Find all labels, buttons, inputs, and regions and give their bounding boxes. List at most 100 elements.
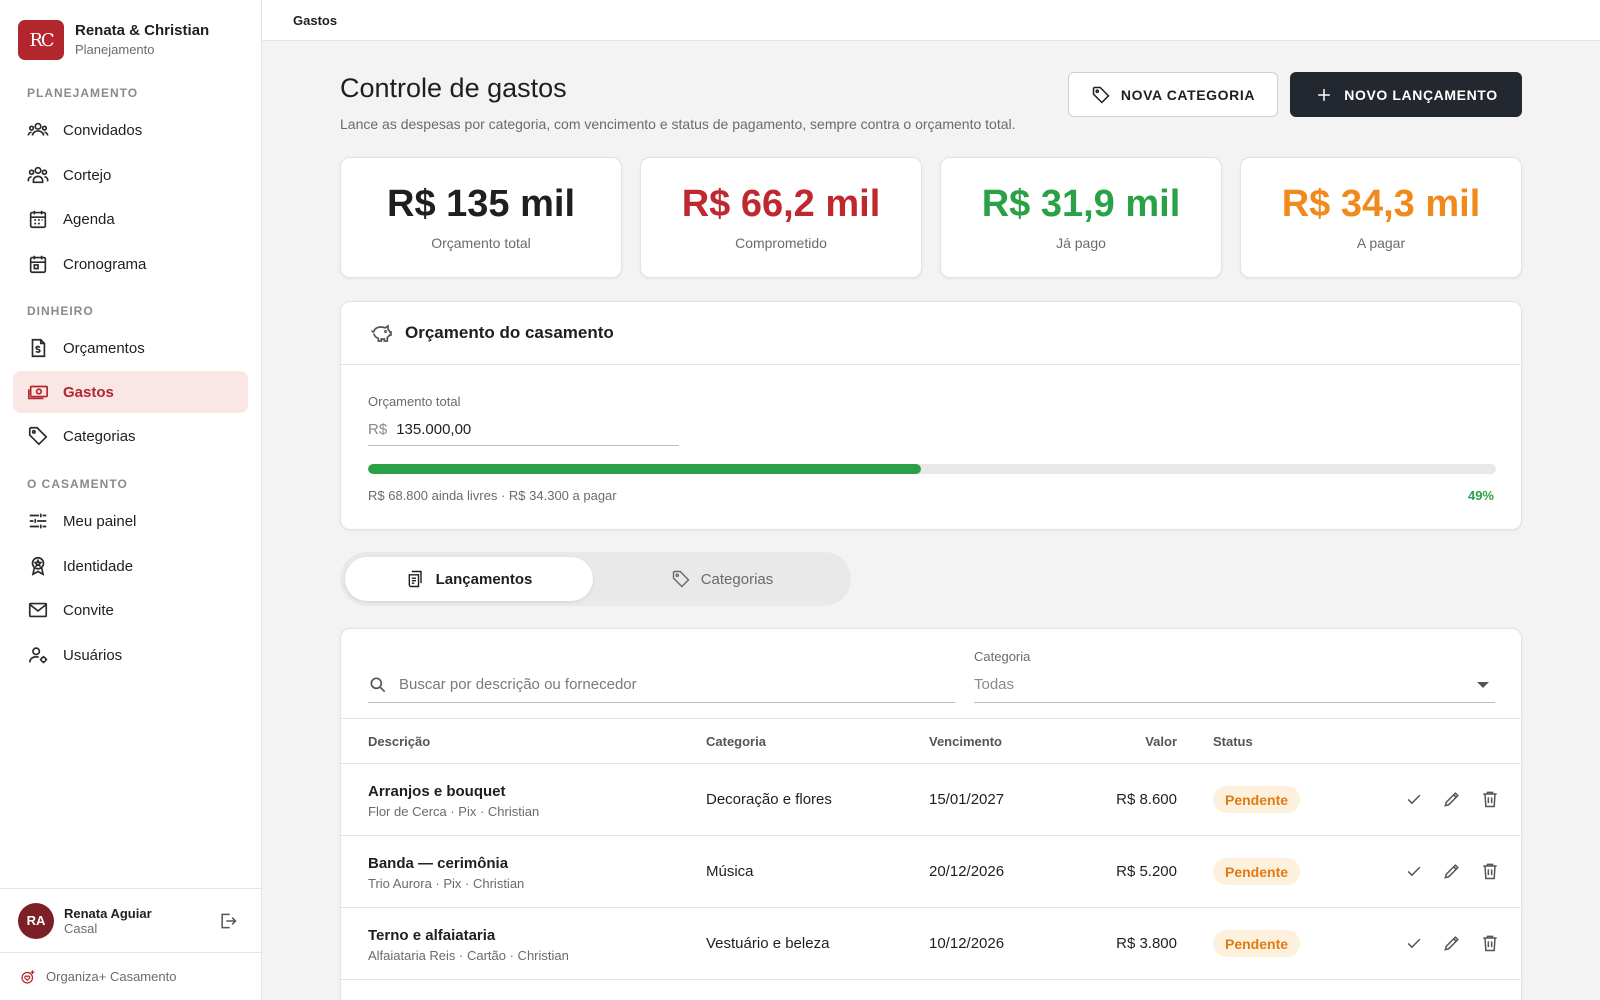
budget-progress-fill [368, 464, 921, 474]
product-footer: Organiza+ Casamento [0, 952, 262, 1000]
logout-icon[interactable] [218, 911, 238, 931]
column-header-status[interactable]: Status [1213, 734, 1253, 749]
brand-subtitle: Planejamento [75, 42, 155, 57]
tag-icon [672, 570, 690, 588]
sidebar-item-label: Identidade [63, 557, 134, 575]
sidebar-item-label: Gastos [63, 383, 114, 401]
table-row[interactable]: Banda — cerimônia Trio Aurora · Pix · Ch… [341, 836, 1521, 908]
row-category: Música [706, 863, 754, 880]
nav-section-o-casamento: O CASAMENTO [27, 477, 128, 491]
row-due-date: 15/01/2027 [929, 791, 1005, 808]
tab-label: Categorias [700, 570, 774, 588]
sidebar-item-convidados[interactable]: Convidados [13, 109, 248, 151]
search-placeholder: Buscar por descrição ou fornecedor [399, 676, 637, 693]
receipt-icon [408, 570, 422, 588]
table-row[interactable]: Arranjos e bouquet Flor de Cerca · Pix ·… [341, 764, 1521, 836]
budget-card: Orçamento do casamento Orçamento total R… [340, 301, 1522, 530]
status-badge: Pendente [1213, 786, 1301, 813]
chevron-down-icon [1477, 681, 1489, 688]
edit-icon[interactable] [1442, 861, 1462, 881]
search-icon [370, 677, 386, 692]
sidebar-item-label: Convite [63, 601, 114, 619]
expenses-card: Buscar por descrição ou fornecedor Categ… [340, 628, 1522, 1000]
sliders-icon [27, 510, 49, 532]
budget-field-label: Orçamento total [368, 394, 461, 409]
stat-card-ja-pago: R$ 31,9 mil Já pago [940, 157, 1222, 278]
delete-icon[interactable] [1480, 933, 1500, 953]
budget-progress-percent: 49% [1467, 488, 1494, 503]
column-header-vencimento[interactable]: Vencimento [929, 734, 1002, 749]
budget-progress-bar [368, 464, 1496, 474]
budget-total-value: 135.000,00 [396, 421, 472, 438]
category-filter-value: Todas [974, 676, 1015, 693]
user-panel: RA Renata Aguiar Casal [0, 888, 262, 952]
brand[interactable]: RC Renata & Christian Planejamento [18, 20, 209, 60]
sidebar-item-orcamentos[interactable]: Orçamentos [13, 327, 248, 369]
column-header-descricao[interactable]: Descrição [368, 734, 430, 749]
budget-progress-note: R$ 68.800 ainda livres · R$ 34.300 a pag… [368, 488, 617, 503]
new-category-button[interactable]: NOVA CATEGORIA [1068, 72, 1278, 117]
row-category: Vestuário e beleza [706, 935, 830, 952]
avatar[interactable]: RA [18, 902, 54, 939]
sidebar-item-agenda[interactable]: Agenda [13, 198, 248, 240]
stat-label: Já pago [1056, 235, 1106, 251]
column-header-categoria[interactable]: Categoria [706, 734, 766, 749]
sidebar-item-meu-painel[interactable]: Meu painel [13, 500, 248, 542]
sidebar-item-label: Cortejo [63, 166, 112, 184]
delete-icon[interactable] [1480, 789, 1500, 809]
category-filter-label: Categoria [974, 649, 1031, 664]
budget-card-header: Orçamento do casamento [341, 302, 1521, 365]
tab-label: Lançamentos [435, 570, 533, 588]
stat-card-comprometido: R$ 66,2 mil Comprometido [640, 157, 922, 278]
tag-icon [27, 425, 49, 447]
sidebar: RC Renata & Christian Planejamento PLANE… [0, 0, 262, 1000]
sidebar-item-gastos[interactable]: Gastos [13, 371, 248, 413]
tab-lancamentos[interactable]: Lançamentos [345, 557, 593, 601]
heart-ring-icon [21, 969, 35, 984]
sidebar-item-cronograma[interactable]: Cronograma [13, 243, 248, 285]
currency-prefix: R$ [368, 421, 388, 438]
stat-card-orcamento-total: R$ 135 mil Orçamento total [340, 157, 622, 278]
search-input[interactable]: Buscar por descrição ou fornecedor [368, 667, 955, 703]
sidebar-item-label: Meu painel [63, 512, 137, 530]
sidebar-item-label: Categorias [63, 427, 136, 445]
mark-paid-icon[interactable] [1404, 789, 1424, 809]
sidebar-item-usuarios[interactable]: Usuários [13, 634, 248, 676]
brand-logo: RC [18, 20, 64, 60]
mark-paid-icon[interactable] [1404, 933, 1424, 953]
status-badge: Pendente [1213, 858, 1301, 885]
schedule-icon [27, 253, 49, 275]
category-filter-select[interactable]: Todas [974, 667, 1495, 703]
tag-icon [1092, 86, 1110, 104]
mail-icon [27, 599, 49, 621]
edit-icon[interactable] [1442, 933, 1462, 953]
sidebar-item-convite[interactable]: Convite [13, 589, 248, 631]
budget-total-field[interactable]: R$ 135.000,00 [368, 414, 679, 446]
row-due-date: 10/12/2026 [929, 935, 1005, 952]
sidebar-item-categorias[interactable]: Categorias [13, 415, 248, 457]
sidebar-item-identidade[interactable]: Identidade [13, 545, 248, 587]
stat-value: R$ 34,3 mil [1281, 183, 1481, 225]
delete-icon[interactable] [1480, 861, 1500, 881]
breadcrumb: Gastos [262, 0, 1600, 41]
mark-paid-icon[interactable] [1404, 861, 1424, 881]
stat-label: Orçamento total [431, 235, 531, 251]
tab-categorias[interactable]: Categorias [598, 557, 846, 601]
edit-icon[interactable] [1442, 789, 1462, 809]
calendar-icon [27, 208, 49, 230]
table-header: Descrição Categoria Vencimento Valor Sta… [341, 718, 1521, 764]
row-description: Terno e alfaiataria [368, 927, 496, 944]
user-name: Renata Aguiar [64, 905, 152, 921]
column-header-valor[interactable]: Valor [1145, 734, 1177, 749]
status-badge: Pendente [1213, 930, 1301, 957]
row-value: R$ 8.600 [1116, 791, 1177, 808]
plus-icon [1318, 88, 1331, 101]
sidebar-item-label: Convidados [63, 121, 143, 139]
sidebar-item-label: Usuários [63, 646, 123, 664]
sidebar-item-label: Agenda [63, 210, 115, 228]
new-entry-button[interactable]: NOVO LANÇAMENTO [1290, 72, 1522, 117]
stat-card-a-pagar: R$ 34,3 mil A pagar [1240, 157, 1522, 278]
table-row[interactable]: Terno e alfaiataria Alfaiataria Reis · C… [341, 908, 1521, 980]
sidebar-item-label: Cronograma [63, 255, 147, 273]
sidebar-item-cortejo[interactable]: Cortejo [13, 154, 248, 196]
